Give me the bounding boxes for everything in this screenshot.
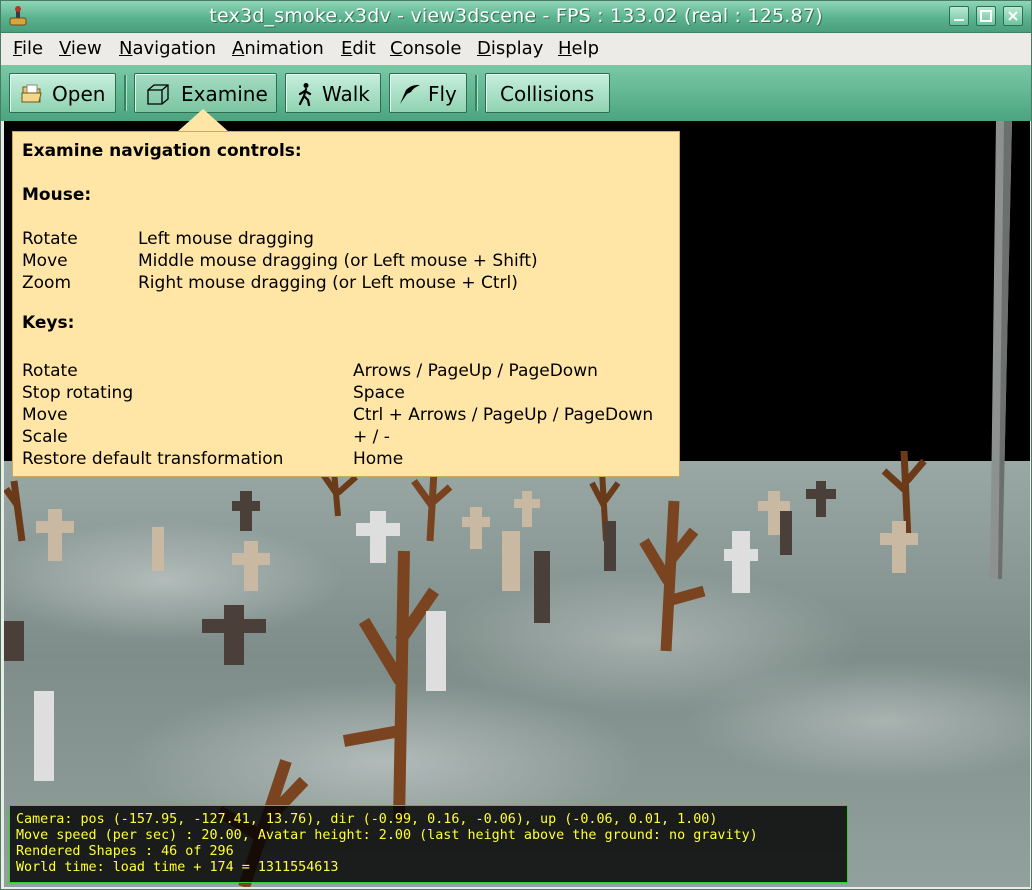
key-action: Rotate [22, 361, 78, 381]
key-control: + / - [353, 427, 390, 447]
menu-display[interactable]: Display [477, 38, 543, 59]
menu-console[interactable]: Console [390, 38, 461, 59]
mouse-action: Rotate [22, 229, 78, 249]
menu-edit[interactable]: Edit [341, 38, 376, 59]
open-label: Open [52, 82, 106, 106]
fly-label: Fly [428, 82, 457, 106]
mouse-heading: Mouse: [22, 185, 92, 205]
collisions-label: Collisions [500, 82, 595, 106]
toolbar-separator [475, 75, 478, 111]
rendered-shapes-line: Rendered Shapes : 46 of 296 [16, 844, 234, 859]
minimize-button[interactable] [949, 6, 969, 26]
keys-heading: Keys: [22, 313, 75, 333]
key-action: Restore default transformation [22, 449, 284, 469]
camera-status-panel: Camera: pos (-157.95, -127.41, 13.76), d… [9, 805, 848, 883]
help-title: Examine navigation controls: [22, 141, 302, 161]
cube-icon [147, 84, 169, 105]
walking-person-icon [298, 83, 312, 106]
key-control: Home [353, 449, 404, 469]
mouse-action: Move [22, 251, 68, 271]
mouse-control: Middle mouse dragging (or Left mouse + S… [138, 251, 538, 271]
fly-icon [400, 84, 420, 104]
menu-animation[interactable]: Animation [232, 38, 324, 59]
toolbar-separator [124, 75, 127, 111]
menu-navigation[interactable]: Navigation [119, 38, 216, 59]
key-action: Move [22, 405, 68, 425]
menu-view[interactable]: View [59, 38, 102, 59]
menu-help[interactable]: Help [558, 38, 599, 59]
key-control: Arrows / PageUp / PageDown [353, 361, 598, 381]
close-button[interactable] [1003, 6, 1023, 26]
walk-label: Walk [322, 82, 370, 106]
menu-bar: File View Navigation Animation Edit Cons… [1, 33, 1031, 65]
folder-open-icon [21, 84, 42, 103]
collisions-toggle[interactable]: Collisions [485, 73, 610, 113]
navigation-help-tooltip: Examine navigation controls: Mouse: Rota… [12, 131, 680, 477]
camera-status-line: Camera: pos (-157.95, -127.41, 13.76), d… [16, 812, 718, 827]
app-window: tex3d_smoke.x3dv - view3dscene - FPS : 1… [0, 0, 1032, 890]
examine-button[interactable]: Examine [134, 73, 277, 113]
mouse-control: Right mouse dragging (or Left mouse + Ct… [138, 273, 518, 293]
world-time-line: World time: load time + 174 = 1311554613 [16, 860, 339, 875]
key-action: Stop rotating [22, 383, 134, 403]
menu-file[interactable]: File [13, 38, 43, 59]
title-bar[interactable]: tex3d_smoke.x3dv - view3dscene - FPS : 1… [1, 1, 1031, 33]
mouse-control: Left mouse dragging [138, 229, 314, 249]
maximize-icon [980, 10, 992, 22]
open-button[interactable]: Open [9, 73, 116, 113]
fly-button[interactable]: Fly [389, 73, 467, 113]
key-control: Ctrl + Arrows / PageUp / PageDown [353, 405, 654, 425]
maximize-button[interactable] [976, 6, 996, 26]
key-control: Space [353, 383, 405, 403]
tooltip-arrow [177, 109, 229, 132]
mouse-action: Zoom [22, 273, 72, 293]
window-title: tex3d_smoke.x3dv - view3dscene - FPS : 1… [209, 5, 823, 27]
minimize-icon [954, 19, 964, 21]
move-speed-line: Move speed (per sec) : 20.00, Avatar hei… [16, 828, 758, 843]
toolbar: Open Examine Walk Fly Collisions [1, 65, 1031, 121]
walk-button[interactable]: Walk [285, 73, 381, 113]
close-icon [1008, 11, 1018, 21]
examine-label: Examine [181, 82, 268, 106]
key-action: Scale [22, 427, 68, 447]
